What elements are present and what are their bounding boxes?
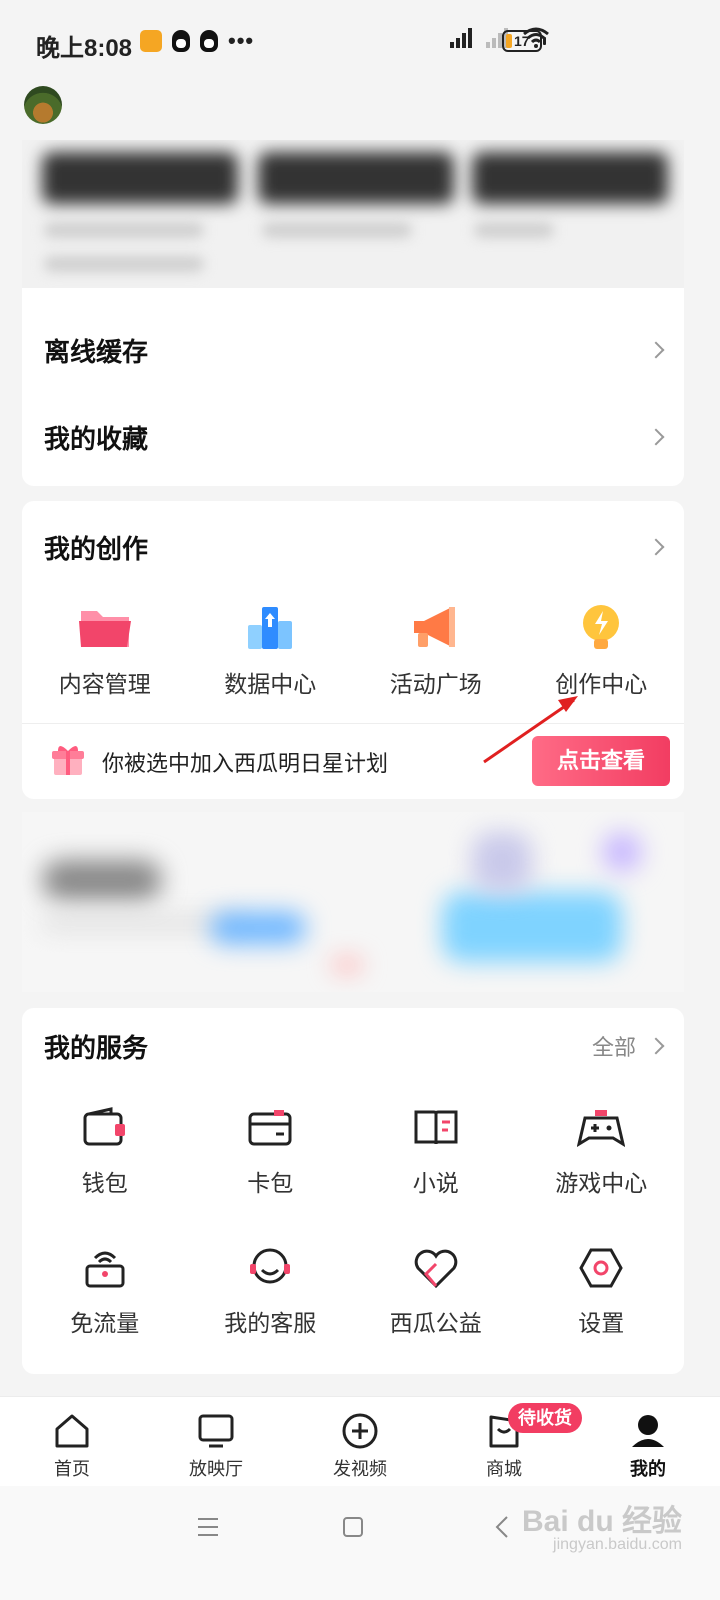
offline-cache-row[interactable]: 离线缓存 xyxy=(44,330,665,370)
megaphone-icon xyxy=(413,607,455,647)
mini-app-notification-icon xyxy=(140,30,162,52)
service-item-label: 设置 xyxy=(578,1310,625,1336)
settings-hexagon-icon xyxy=(579,1248,623,1288)
person-icon xyxy=(632,1415,664,1447)
gift-icon xyxy=(52,746,84,775)
view-all-services-link[interactable]: 全部 xyxy=(591,1030,665,1062)
plus-circle-icon xyxy=(342,1413,378,1449)
baidu-watermark-url: jingyan.baidu.com xyxy=(553,1536,682,1553)
avatar[interactable] xyxy=(24,86,62,124)
creation-item-creator-center[interactable]: 创作中心 xyxy=(519,603,685,699)
home-square-icon[interactable] xyxy=(342,1516,364,1538)
chevron-right-icon xyxy=(647,341,665,359)
my-services-header: 我的服务 全部 xyxy=(44,1026,665,1066)
service-item-charity[interactable]: 西瓜公益 xyxy=(353,1246,519,1338)
home-icon xyxy=(55,1414,89,1448)
nav-mall[interactable]: 商城 待收货 xyxy=(432,1397,582,1486)
service-item-label: 小说 xyxy=(412,1170,459,1196)
service-item-label: 免流量 xyxy=(70,1310,140,1336)
bottom-navigation: 首页 放映厅 发视频 商城 待收货 我的 xyxy=(0,1396,720,1486)
history-strip-blurred[interactable] xyxy=(22,140,684,288)
service-item-settings[interactable]: 设置 xyxy=(519,1246,685,1338)
my-creation-header[interactable]: 我的创作 xyxy=(44,527,665,567)
nav-home[interactable]: 首页 xyxy=(0,1397,144,1486)
baidu-watermark: Bai du 经验 xyxy=(521,1505,682,1538)
nav-cinema[interactable]: 放映厅 xyxy=(144,1397,288,1486)
nav-label: 发视频 xyxy=(333,1459,387,1479)
service-item-wallet[interactable]: 钱包 xyxy=(22,1106,188,1198)
annotation-arrow xyxy=(483,696,578,764)
services-grid-row-1: 钱包 卡包 小说 游戏中心 xyxy=(22,1106,684,1198)
creation-grid: 内容管理 数据中心 活动广场 创作中心 xyxy=(22,603,684,699)
promo-banner-blurred[interactable] xyxy=(22,812,684,992)
battery-icon: 17 xyxy=(502,30,546,52)
chevron-right-icon xyxy=(647,1037,665,1055)
chevron-right-icon xyxy=(647,538,665,556)
heart-icon xyxy=(414,1249,458,1289)
qq-notification-icon xyxy=(172,30,190,52)
status-bar: 晚上8:08 ••• 17 xyxy=(0,0,720,80)
view-all-label: 全部 xyxy=(591,1035,636,1060)
nav-post-video[interactable]: 发视频 xyxy=(288,1397,432,1486)
qq-notification-icon xyxy=(200,30,218,52)
card-icon xyxy=(248,1110,292,1146)
service-item-label: 卡包 xyxy=(247,1170,294,1196)
creation-item-activity-square[interactable]: 活动广场 xyxy=(353,603,519,699)
star-plan-banner-text: 你被选中加入西瓜明日星计划 xyxy=(102,751,389,776)
favorites-label: 我的收藏 xyxy=(44,423,149,454)
service-item-label: 钱包 xyxy=(81,1170,128,1196)
services-grid-row-2: 免流量 我的客服 西瓜公益 设置 xyxy=(22,1246,684,1338)
folder-icon xyxy=(78,611,131,647)
more-notifications-icon: ••• xyxy=(228,28,255,53)
creation-item-label: 内容管理 xyxy=(58,671,151,697)
my-creation-title: 我的创作 xyxy=(44,533,149,564)
headset-icon xyxy=(250,1248,291,1284)
creation-item-label: 活动广场 xyxy=(389,671,482,697)
service-item-novel[interactable]: 小说 xyxy=(353,1106,519,1198)
creation-item-data-center[interactable]: 数据中心 xyxy=(188,603,354,699)
quick-links-card: 离线缓存 我的收藏 xyxy=(22,288,684,486)
creation-item-label: 数据中心 xyxy=(224,671,317,697)
my-services-title: 我的服务 xyxy=(44,1032,149,1063)
nav-label: 商城 xyxy=(486,1459,522,1479)
favorites-row[interactable]: 我的收藏 xyxy=(44,417,665,457)
pending-delivery-badge: 待收货 xyxy=(508,1403,582,1433)
service-item-customer-service[interactable]: 我的客服 xyxy=(188,1246,354,1338)
gamepad-icon xyxy=(577,1110,626,1147)
notification-icons: ••• xyxy=(140,30,254,52)
back-icon[interactable] xyxy=(492,1514,512,1540)
service-item-game-center[interactable]: 游戏中心 xyxy=(519,1106,685,1198)
nav-label: 放映厅 xyxy=(189,1459,243,1479)
service-item-label: 我的客服 xyxy=(224,1310,317,1336)
tv-icon xyxy=(198,1414,234,1448)
my-services-card: 我的服务 全部 钱包 卡包 小说 游戏中心 免流量 我的客服 西瓜公益 设置 xyxy=(22,1008,684,1374)
nav-label: 我的 xyxy=(630,1459,666,1479)
service-item-card-wallet[interactable]: 卡包 xyxy=(188,1106,354,1198)
offline-cache-label: 离线缓存 xyxy=(44,336,149,367)
lightbulb-icon xyxy=(583,605,620,649)
status-time: 晚上8:08 xyxy=(36,35,133,62)
service-item-free-data[interactable]: 免流量 xyxy=(22,1246,188,1338)
service-item-label: 西瓜公益 xyxy=(389,1310,482,1336)
book-icon xyxy=(414,1110,458,1145)
wallet-icon xyxy=(83,1107,125,1146)
data-chart-icon xyxy=(248,607,293,649)
signal-hd-icon xyxy=(450,26,472,48)
nav-label: 首页 xyxy=(54,1459,90,1479)
creation-item-content-management[interactable]: 内容管理 xyxy=(22,603,188,699)
nav-mine[interactable]: 我的 xyxy=(576,1397,720,1486)
router-icon xyxy=(85,1251,125,1288)
service-item-label: 游戏中心 xyxy=(555,1170,648,1196)
chevron-right-icon xyxy=(647,428,665,446)
menu-icon[interactable] xyxy=(196,1516,220,1538)
